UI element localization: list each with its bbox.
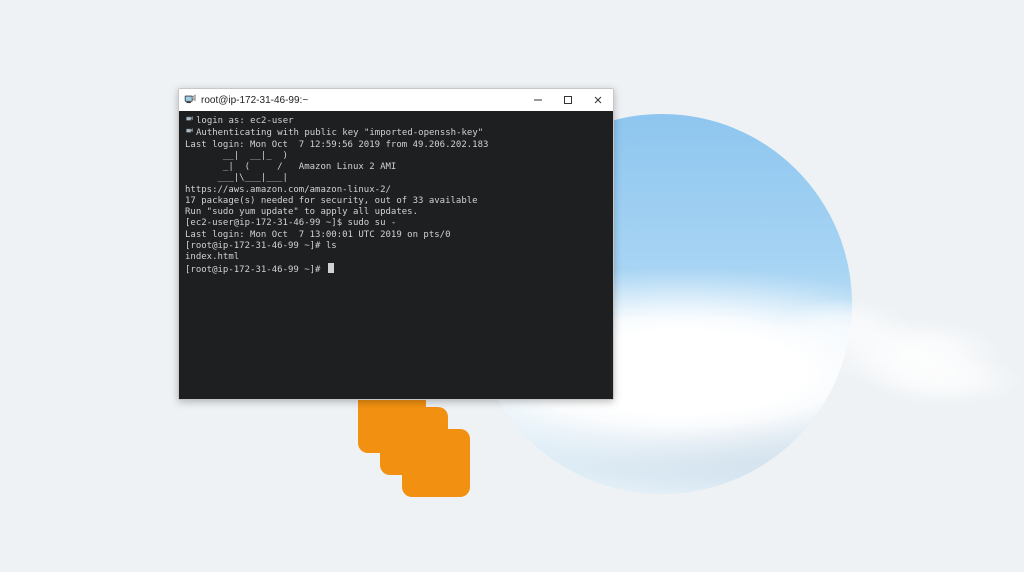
terminal-line: Last login: Mon Oct 7 12:59:56 2019 from…	[185, 140, 607, 151]
window-title: root@ip-172-31-46-99:~	[201, 95, 523, 106]
terminal-body[interactable]: login as: ec2-userAuthenticating with pu…	[179, 111, 613, 399]
terminal-line: [ec2-user@ip-172-31-46-99 ~]$ sudo su -	[185, 218, 607, 229]
terminal-line: Authenticating with public key "imported…	[185, 127, 607, 139]
minimize-button[interactable]	[523, 89, 553, 111]
cloud-wisp	[870, 355, 1020, 405]
terminal-line: login as: ec2-user	[185, 115, 607, 127]
putty-mini-icon	[185, 115, 194, 124]
terminal-window: root@ip-172-31-46-99:~ login as: ec2-use…	[178, 88, 614, 400]
terminal-line: ___|\___|___|	[185, 173, 607, 184]
maximize-button[interactable]	[553, 89, 583, 111]
terminal-line: Last login: Mon Oct 7 13:00:01 UTC 2019 …	[185, 230, 607, 241]
terminal-line: https://aws.amazon.com/amazon-linux-2/	[185, 185, 607, 196]
terminal-line: Run "sudo yum update" to apply all updat…	[185, 207, 607, 218]
terminal-line: _| ( / Amazon Linux 2 AMI	[185, 162, 607, 173]
terminal-line: [root@ip-172-31-46-99 ~]# ls	[185, 241, 607, 252]
window-titlebar[interactable]: root@ip-172-31-46-99:~	[179, 89, 613, 111]
terminal-cursor	[328, 263, 334, 273]
close-button[interactable]	[583, 89, 613, 111]
terminal-line: index.html	[185, 252, 607, 263]
terminal-line: __| __|_ )	[185, 151, 607, 162]
terminal-line: 17 package(s) needed for security, out o…	[185, 196, 607, 207]
putty-mini-icon	[185, 127, 194, 136]
putty-icon	[183, 93, 197, 107]
terminal-prompt-line: [root@ip-172-31-46-99 ~]#	[185, 263, 607, 276]
